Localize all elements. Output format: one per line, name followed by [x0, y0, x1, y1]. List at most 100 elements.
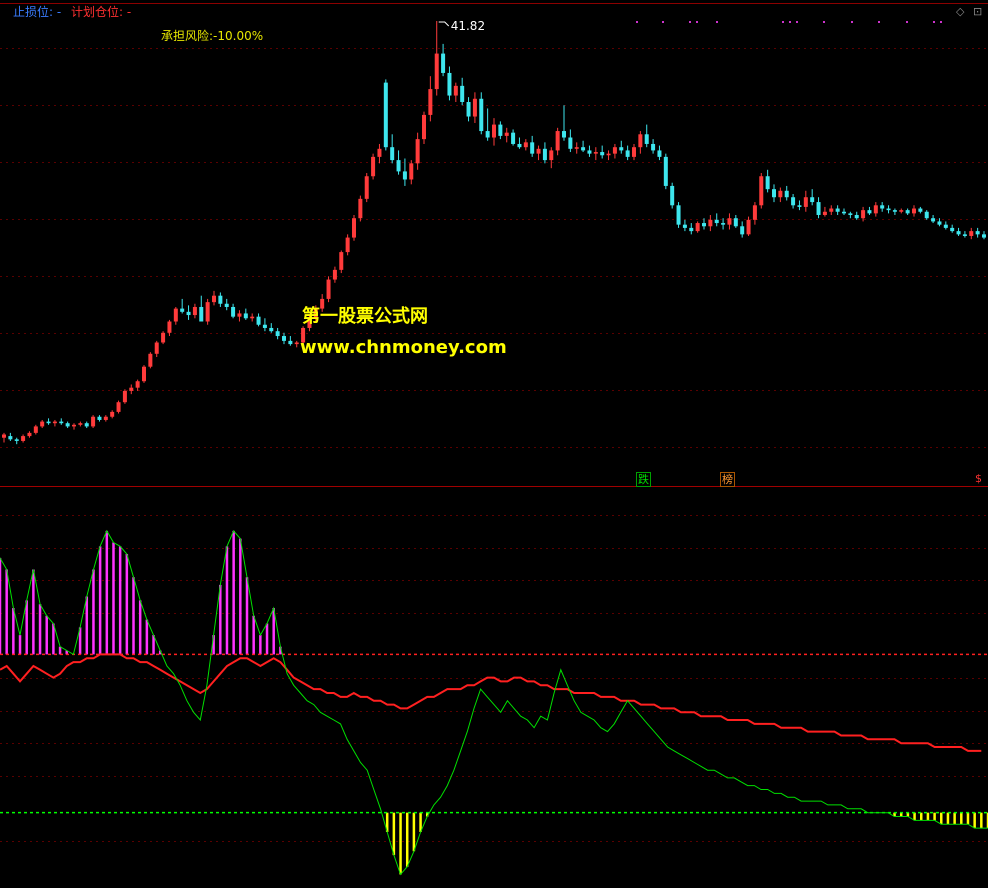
candle-body: [912, 208, 916, 214]
candle-body: [854, 214, 859, 219]
candle-body: [555, 131, 560, 151]
candle-body: [651, 143, 656, 151]
candle-body: [848, 213, 853, 215]
candle-body: [33, 426, 38, 433]
candle-body: [810, 197, 815, 203]
candle-body: [861, 210, 866, 219]
candle-body: [161, 332, 166, 343]
candle-body: [835, 208, 840, 212]
candle-body: [670, 185, 675, 206]
candle-body: [116, 402, 121, 412]
candle-body: [625, 150, 630, 157]
plan-position-value: -: [126, 5, 132, 19]
maximize-icon[interactable]: ⊡: [973, 6, 982, 18]
candle-body: [581, 147, 586, 151]
top-marker-dot: [689, 21, 691, 23]
candle-body: [733, 218, 738, 227]
candle-body: [402, 171, 407, 180]
candle-body: [269, 327, 274, 332]
candle-body: [148, 353, 153, 367]
candle-body: [358, 198, 363, 219]
plan-position-indicator: 计划仓位: -: [71, 5, 131, 19]
candle-body: [740, 226, 745, 235]
candle-body: [542, 148, 547, 161]
candle-body: [657, 150, 662, 157]
candle-body: [593, 152, 598, 154]
dollar-signal: $: [975, 472, 982, 485]
candle-body: [498, 124, 503, 136]
candle-body: [339, 252, 344, 270]
candle-body: [562, 131, 566, 138]
candle-body: [676, 205, 681, 225]
candle-body: [695, 223, 700, 232]
candle-body: [632, 147, 636, 157]
top-marker-dot: [636, 21, 638, 23]
candle-body: [549, 150, 554, 161]
candle-body: [530, 142, 535, 154]
candle-body: [746, 219, 751, 235]
top-marker-dot: [906, 21, 908, 23]
candle-body: [65, 423, 70, 427]
candle-body: [371, 156, 376, 177]
candle-body: [59, 421, 64, 424]
candle-body: [288, 340, 293, 345]
candle-body: [275, 331, 280, 337]
top-marker-dot: [696, 21, 698, 23]
candle-body: [218, 295, 223, 304]
candle-body: [663, 156, 668, 186]
candle-body: [364, 176, 369, 199]
max-price-pointer: [438, 21, 450, 27]
top-marker-dot: [933, 21, 935, 23]
candle-body: [523, 142, 528, 148]
watermark-name: 第一股票公式网: [302, 306, 428, 327]
slow-line: [0, 653, 982, 752]
candle-body: [409, 163, 414, 180]
candle-body: [72, 424, 76, 427]
candle-body: [84, 423, 89, 427]
candle-body: [485, 131, 490, 138]
candle-body: [135, 381, 140, 388]
candle-body: [180, 308, 185, 312]
candle-body: [52, 421, 57, 424]
candle-body: [797, 205, 802, 207]
candle-body: [689, 227, 694, 232]
candle-body: [937, 221, 942, 225]
candle-body: [352, 218, 356, 238]
candle-body: [504, 132, 509, 136]
candle-body: [199, 306, 204, 322]
oscillator-series: [0, 529, 988, 876]
candle-body: [154, 342, 159, 354]
candle-body: [294, 342, 299, 345]
candle-body: [110, 411, 115, 417]
candle-body: [2, 434, 6, 438]
candle-body: [173, 308, 178, 322]
top-marker-dot: [662, 21, 664, 23]
candle-body: [682, 224, 687, 228]
candle-body: [250, 316, 255, 319]
candle-body: [842, 211, 846, 214]
top-marker-dot: [789, 21, 791, 23]
candle-body: [975, 231, 980, 235]
candle-body: [886, 208, 891, 211]
candle-body: [21, 436, 26, 441]
candle-body: [962, 234, 967, 236]
candle-body: [924, 211, 929, 219]
candle-body: [192, 306, 197, 316]
candle-body: [829, 208, 834, 212]
risk-text: 承担风险:-10.00%: [161, 29, 264, 43]
candle-body: [78, 423, 83, 425]
candle-body: [396, 160, 401, 172]
candle-body: [905, 210, 910, 214]
candle-body: [600, 152, 605, 156]
max-price-label: 41.82: [451, 19, 485, 33]
candle-body: [612, 147, 617, 154]
top-marker-dot: [716, 21, 718, 23]
candle-body: [638, 134, 643, 148]
candle-body: [568, 137, 573, 149]
diamond-icon[interactable]: ◇: [956, 6, 964, 18]
candle-body: [479, 98, 484, 132]
watermark-url: www.chnmoney.com: [300, 337, 507, 358]
top-marker-dot: [782, 21, 784, 23]
candle-body: [931, 218, 936, 222]
stop-loss-value: -: [56, 5, 62, 19]
